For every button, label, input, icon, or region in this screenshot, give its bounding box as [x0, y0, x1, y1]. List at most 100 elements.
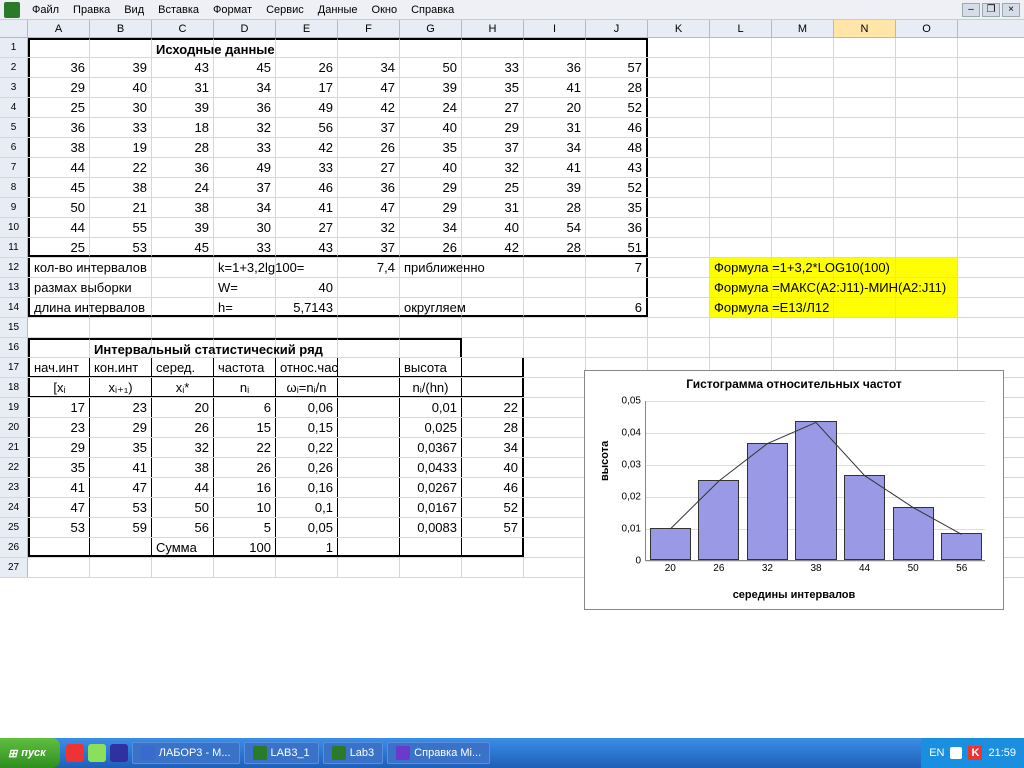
- cell[interactable]: 32: [214, 118, 276, 137]
- row-header[interactable]: 12: [0, 258, 28, 277]
- taskbar-item[interactable]: Справка Mi...: [387, 742, 490, 764]
- menu-format[interactable]: Формат: [207, 2, 258, 18]
- cell[interactable]: [834, 98, 896, 117]
- row-header[interactable]: 9: [0, 198, 28, 217]
- cell[interactable]: [400, 538, 462, 557]
- cell[interactable]: [710, 58, 772, 77]
- menu-file[interactable]: Файл: [26, 2, 65, 18]
- cell[interactable]: [524, 418, 586, 437]
- cell[interactable]: [338, 418, 400, 437]
- cell[interactable]: [524, 38, 586, 57]
- cell[interactable]: [648, 58, 710, 77]
- ql-icon[interactable]: [110, 744, 128, 762]
- cell[interactable]: 52: [586, 98, 648, 117]
- cell[interactable]: 0,0433: [400, 458, 462, 477]
- tray-icon[interactable]: [950, 747, 962, 759]
- cell[interactable]: 35: [462, 78, 524, 97]
- kaspersky-icon[interactable]: K: [968, 746, 982, 760]
- cell[interactable]: 36: [28, 118, 90, 137]
- cell[interactable]: 5: [214, 518, 276, 537]
- cell[interactable]: 36: [152, 158, 214, 177]
- cell[interactable]: [338, 318, 400, 337]
- cell[interactable]: [772, 138, 834, 157]
- cell[interactable]: [772, 338, 834, 357]
- cell[interactable]: 31: [462, 198, 524, 217]
- cell[interactable]: [276, 318, 338, 337]
- cell[interactable]: 26: [400, 238, 462, 257]
- cell[interactable]: 47: [90, 478, 152, 497]
- cell[interactable]: [772, 98, 834, 117]
- cell[interactable]: 47: [338, 198, 400, 217]
- cell[interactable]: 26: [214, 458, 276, 477]
- cell[interactable]: 33: [276, 158, 338, 177]
- cell[interactable]: Интервальный статистический ряд: [90, 338, 152, 357]
- cell[interactable]: [524, 458, 586, 477]
- cell[interactable]: [524, 338, 586, 357]
- cell[interactable]: [648, 78, 710, 97]
- cell[interactable]: [90, 318, 152, 337]
- cell[interactable]: 0,26: [276, 458, 338, 477]
- cell[interactable]: 34: [338, 58, 400, 77]
- cell[interactable]: 40: [400, 118, 462, 137]
- cell[interactable]: [152, 298, 214, 317]
- cell[interactable]: [648, 298, 710, 317]
- cell[interactable]: 57: [586, 58, 648, 77]
- cell[interactable]: 38: [152, 198, 214, 217]
- cell[interactable]: [648, 178, 710, 197]
- cell[interactable]: 50: [400, 58, 462, 77]
- cell[interactable]: [834, 218, 896, 237]
- cell[interactable]: 19: [90, 138, 152, 157]
- cell[interactable]: Сумма: [152, 538, 214, 557]
- cell[interactable]: 41: [90, 458, 152, 477]
- row-header[interactable]: 27: [0, 558, 28, 577]
- cell[interactable]: 7: [586, 258, 648, 277]
- cell[interactable]: [90, 558, 152, 577]
- cell[interactable]: [524, 478, 586, 497]
- cell[interactable]: [462, 378, 524, 397]
- cell[interactable]: 56: [276, 118, 338, 137]
- cell[interactable]: 54: [524, 218, 586, 237]
- cell[interactable]: nᵢ: [214, 378, 276, 397]
- cell[interactable]: 32: [462, 158, 524, 177]
- cell[interactable]: 43: [276, 238, 338, 257]
- cell[interactable]: [710, 238, 772, 257]
- cell[interactable]: [462, 358, 524, 377]
- taskbar-item[interactable]: ЛАБОР3 - М...: [132, 742, 240, 764]
- cell[interactable]: 20: [524, 98, 586, 117]
- cell[interactable]: 29: [28, 78, 90, 97]
- cell[interactable]: 33: [214, 238, 276, 257]
- cell[interactable]: 46: [586, 118, 648, 137]
- col-header[interactable]: H: [462, 20, 524, 37]
- cell[interactable]: [834, 38, 896, 57]
- cell[interactable]: 51: [586, 238, 648, 257]
- cell[interactable]: [524, 278, 586, 297]
- cell[interactable]: 21: [90, 198, 152, 217]
- cell[interactable]: 53: [90, 498, 152, 517]
- menu-insert[interactable]: Вставка: [152, 2, 205, 18]
- cell[interactable]: 39: [152, 98, 214, 117]
- cell[interactable]: кон.инт: [90, 358, 152, 377]
- cell[interactable]: [772, 218, 834, 237]
- row-header[interactable]: 4: [0, 98, 28, 117]
- cell[interactable]: [152, 258, 214, 277]
- cell[interactable]: [586, 38, 648, 57]
- cell[interactable]: 39: [90, 58, 152, 77]
- cell[interactable]: [648, 138, 710, 157]
- cell[interactable]: [276, 558, 338, 577]
- menu-window[interactable]: Окно: [366, 2, 404, 18]
- cell[interactable]: [648, 318, 710, 337]
- taskbar-item[interactable]: Lab3: [323, 742, 383, 764]
- cell[interactable]: [834, 58, 896, 77]
- col-header[interactable]: D: [214, 20, 276, 37]
- row-header[interactable]: 15: [0, 318, 28, 337]
- cell[interactable]: [462, 538, 524, 557]
- cell[interactable]: k=1+3,2lg100=: [214, 258, 276, 277]
- col-header[interactable]: E: [276, 20, 338, 37]
- cell[interactable]: [710, 38, 772, 57]
- cell[interactable]: [710, 78, 772, 97]
- cell[interactable]: 37: [338, 238, 400, 257]
- cell[interactable]: 39: [400, 78, 462, 97]
- cell[interactable]: 0,0083: [400, 518, 462, 537]
- cell[interactable]: [524, 258, 586, 277]
- cell[interactable]: 28: [586, 78, 648, 97]
